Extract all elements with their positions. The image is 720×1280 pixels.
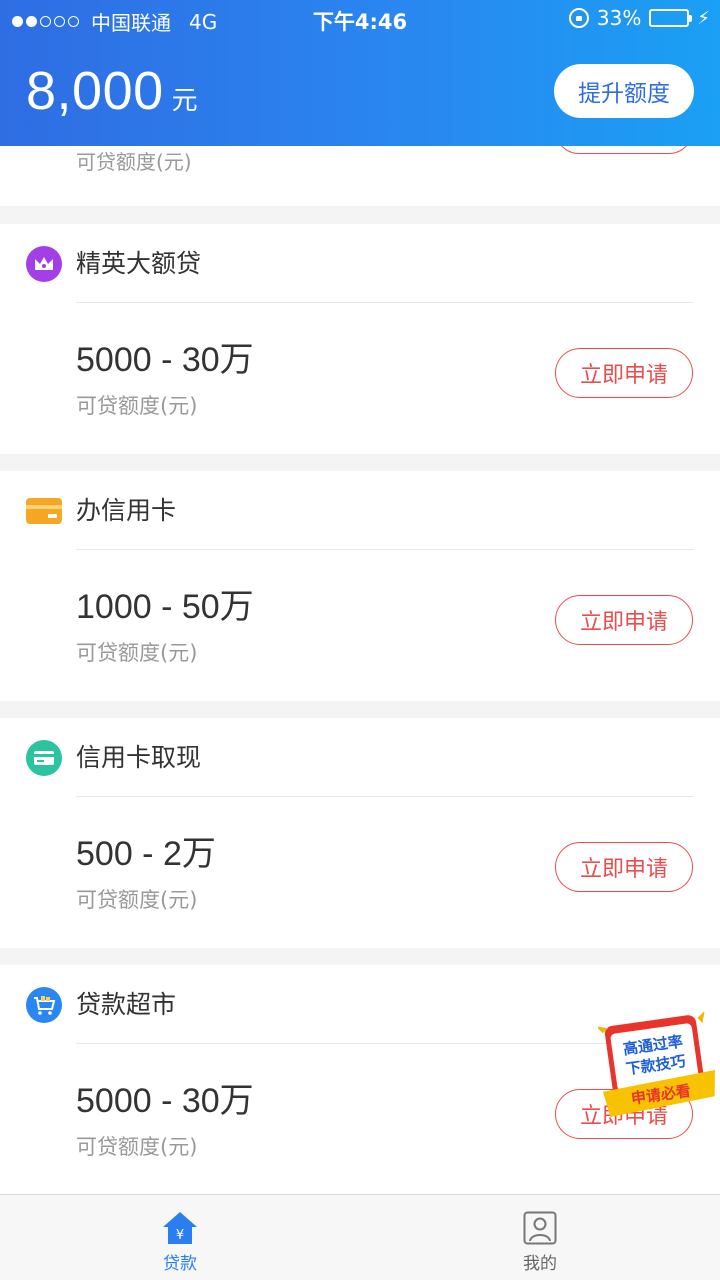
status-bar: 中国联通 4G 下午4:46 33% ⚡ [0,0,720,38]
home-yen-icon: ¥ [163,1212,197,1244]
product-card: 办信用卡 1000 - 50万 可贷额度(元) 立即申请 [0,471,720,701]
svg-text:¥: ¥ [176,1228,184,1243]
header: 中国联通 4G 下午4:46 33% ⚡ 8,000 元 提升额度 [0,0,720,146]
charging-icon: ⚡ [697,7,710,29]
partial-product-card: 可贷额度(元) [0,106,720,206]
tab-label: 贷款 [163,1254,197,1274]
battery-icon [649,9,693,27]
credit-range-caption: 可贷额度(元) [76,888,198,912]
product-card: 精英大额贷 5000 - 30万 可贷额度(元) 立即申请 [0,224,720,454]
cash-card-icon [26,740,62,776]
tab-bar: ¥ 贷款 我的 [0,1194,720,1280]
apply-button[interactable]: 立即申请 [555,842,693,892]
credit-amount: 8,000 元 [26,60,198,122]
battery-percent: 33% [596,6,642,30]
rotation-lock-icon [568,8,589,28]
product-title: 办信用卡 [76,496,177,525]
credit-range-caption: 可贷额度(元) [76,641,198,665]
apply-button[interactable]: 立即申请 [555,595,693,645]
divider [76,549,694,550]
cart-icon [26,987,62,1023]
apply-button[interactable]: 立即申请 [555,348,693,398]
credit-range: 500 - 2万 [76,835,216,873]
profile-icon [523,1211,557,1245]
credit-range: 5000 - 30万 [76,1082,254,1120]
credit-amount-unit: 元 [171,86,198,116]
divider [76,796,694,797]
credit-range-caption: 可贷额度(元) [76,394,198,418]
crown-icon [26,246,62,282]
product-card: 信用卡取现 500 - 2万 可贷额度(元) 立即申请 [0,718,720,948]
product-title: 信用卡取现 [76,743,202,772]
tab-label: 我的 [523,1254,557,1274]
tab-mine[interactable]: 我的 [360,1195,720,1280]
credit-range-caption: 可贷额度(元) [76,1135,198,1159]
divider [76,302,694,303]
credit-range-caption: 可贷额度(元) [76,150,192,174]
promo-badge[interactable]: 高通过率 下款技巧 申请必看 [598,1012,716,1122]
credit-range: 1000 - 50万 [76,588,254,626]
raise-limit-button[interactable]: 提升额度 [554,64,694,118]
card-icon [26,498,62,524]
product-title: 贷款超市 [76,990,177,1019]
tab-loan[interactable]: ¥ 贷款 [0,1195,360,1280]
credit-amount-value: 8,000 [26,61,164,121]
product-title: 精英大额贷 [76,249,202,278]
credit-range: 5000 - 30万 [76,341,254,379]
